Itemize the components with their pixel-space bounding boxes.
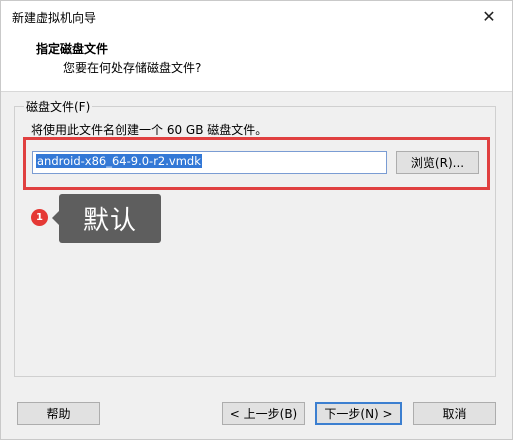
annotation-tooltip: 默认 — [59, 194, 161, 243]
title-bar: 新建虚拟机向导 ✕ — [1, 1, 512, 31]
help-button[interactable]: 帮助 — [17, 402, 100, 425]
close-button[interactable]: ✕ — [466, 1, 512, 31]
disk-file-input[interactable]: android-x86_64-9.0-r2.vmdk — [32, 151, 387, 174]
cancel-button[interactable]: 取消 — [413, 402, 496, 425]
disk-file-description: 将使用此文件名创建一个 60 GB 磁盘文件。 — [31, 123, 268, 137]
close-icon: ✕ — [482, 6, 496, 26]
wizard-header: 指定磁盘文件 您要在何处存储磁盘文件? — [1, 31, 512, 92]
back-button[interactable]: < 上一步(B) — [222, 402, 305, 425]
disk-file-input-value: android-x86_64-9.0-r2.vmdk — [36, 154, 202, 168]
browse-button[interactable]: 浏览(R)... — [396, 151, 479, 174]
next-button[interactable]: 下一步(N) > — [315, 402, 402, 425]
annotation-tooltip-arrow — [52, 211, 59, 225]
page-subtitle: 您要在何处存储磁盘文件? — [63, 61, 202, 75]
annotation-step-badge: 1 — [31, 209, 48, 226]
window-title: 新建虚拟机向导 — [12, 11, 97, 25]
page-title: 指定磁盘文件 — [36, 42, 109, 56]
disk-file-group-label: 磁盘文件(F) — [24, 98, 93, 115]
